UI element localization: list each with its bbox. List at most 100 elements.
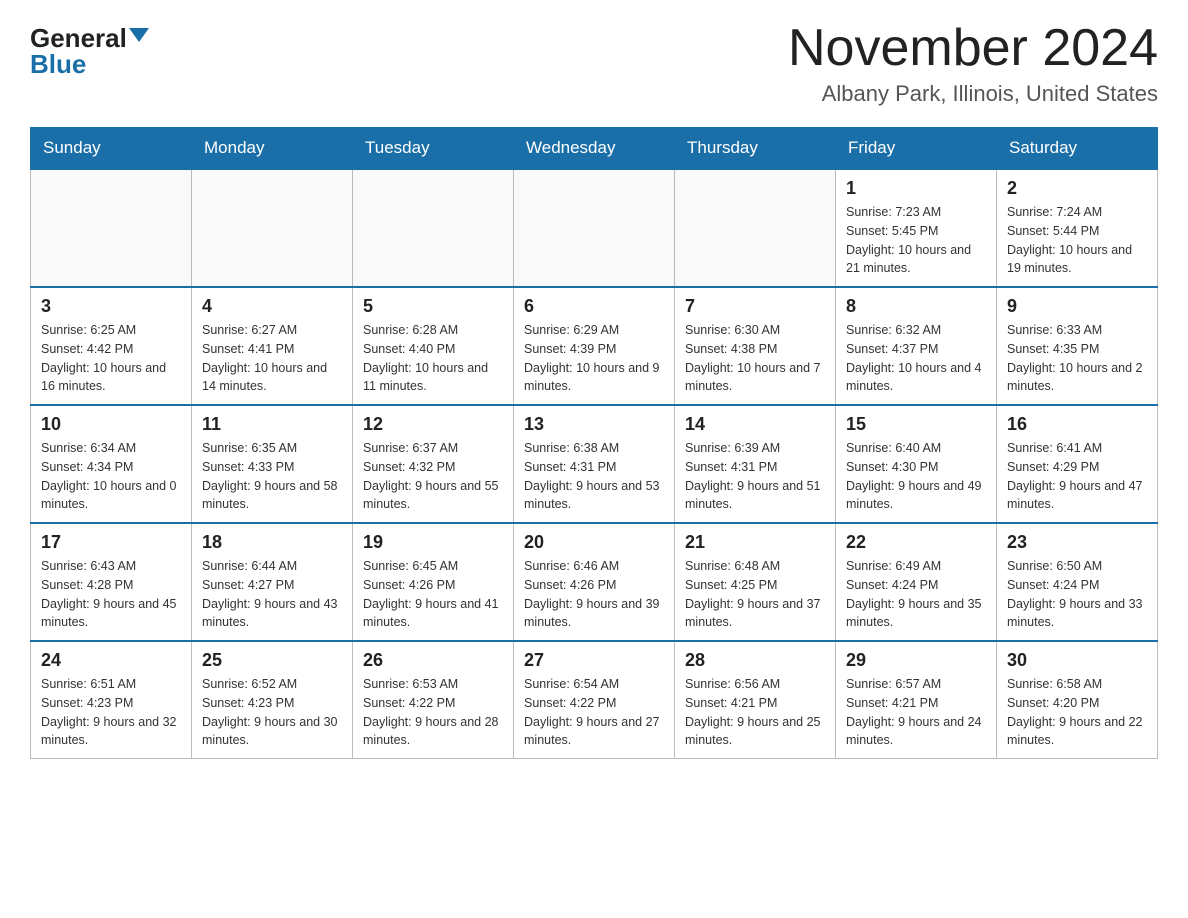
calendar-cell: 1 Sunrise: 7:23 AM Sunset: 5:45 PM Daylig… [836,169,997,287]
calendar-cell [353,169,514,287]
calendar-header-tuesday: Tuesday [353,128,514,170]
calendar-cell: 10 Sunrise: 6:34 AM Sunset: 4:34 PM Dayli… [31,405,192,523]
day-number: 14 [685,414,825,435]
week-row-4: 17Sunrise: 6:43 AM Sunset: 4:28 PM Dayli… [31,523,1158,641]
day-number: 6 [524,296,664,317]
calendar-cell: 30 Sunrise: 6:58 AM Sunset: 4:20 PM Dayli… [997,641,1158,759]
day-info: Sunrise: 6:40 AM Sunset: 4:30 PM Dayligh… [846,439,986,514]
calendar-cell: 24 Sunrise: 6:51 AM Sunset: 4:23 PM Dayli… [31,641,192,759]
day-info: Sunrise: 6:27 AM Sunset: 4:41 PM Dayligh… [202,321,342,396]
calendar-cell: 6 Sunrise: 6:29 AM Sunset: 4:39 PM Daylig… [514,287,675,405]
day-number: 30 [1007,650,1147,671]
month-title: November 2024 [788,20,1158,77]
day-info: Sunrise: 6:41 AM Sunset: 4:29 PM Dayligh… [1007,439,1147,514]
day-number: 19 [363,532,503,553]
day-info: Sunrise: 6:34 AM Sunset: 4:34 PM Dayligh… [41,439,181,514]
calendar-table: SundayMondayTuesdayWednesdayThursdayFrid… [30,127,1158,759]
day-info: Sunrise: 6:48 AM Sunset: 4:25 PM Dayligh… [685,557,825,632]
calendar-cell: 25 Sunrise: 6:52 AM Sunset: 4:23 PM Dayli… [192,641,353,759]
day-number: 22 [846,532,986,553]
calendar-header-friday: Friday [836,128,997,170]
calendar-cell: 26 Sunrise: 6:53 AM Sunset: 4:22 PM Dayli… [353,641,514,759]
day-number: 5 [363,296,503,317]
calendar-cell: 15Sunrise: 6:40 AM Sunset: 4:30 PM Dayli… [836,405,997,523]
day-info: Sunrise: 6:53 AM Sunset: 4:22 PM Dayligh… [363,675,503,750]
calendar-cell: 2Sunrise: 7:24 AM Sunset: 5:44 PM Daylig… [997,169,1158,287]
day-number: 12 [363,414,503,435]
day-number: 11 [202,414,342,435]
day-number: 29 [846,650,986,671]
day-info: Sunrise: 6:38 AM Sunset: 4:31 PM Dayligh… [524,439,664,514]
day-number: 24 [41,650,181,671]
location-title: Albany Park, Illinois, United States [788,81,1158,107]
day-number: 20 [524,532,664,553]
day-info: Sunrise: 6:52 AM Sunset: 4:23 PM Dayligh… [202,675,342,750]
day-info: Sunrise: 6:54 AM Sunset: 4:22 PM Dayligh… [524,675,664,750]
logo: General Blue [30,20,149,78]
day-number: 3 [41,296,181,317]
calendar-cell: 21 Sunrise: 6:48 AM Sunset: 4:25 PM Dayli… [675,523,836,641]
calendar-header-wednesday: Wednesday [514,128,675,170]
day-info: Sunrise: 7:23 AM Sunset: 5:45 PM Dayligh… [846,203,986,278]
day-info: Sunrise: 6:29 AM Sunset: 4:39 PM Dayligh… [524,321,664,396]
day-info: Sunrise: 6:50 AM Sunset: 4:24 PM Dayligh… [1007,557,1147,632]
day-info: Sunrise: 6:28 AM Sunset: 4:40 PM Dayligh… [363,321,503,396]
day-number: 9 [1007,296,1147,317]
day-info: Sunrise: 6:46 AM Sunset: 4:26 PM Dayligh… [524,557,664,632]
page-header: General Blue November 2024 Albany Park, … [30,20,1158,107]
day-number: 16 [1007,414,1147,435]
calendar-header-row: SundayMondayTuesdayWednesdayThursdayFrid… [31,128,1158,170]
week-row-2: 3 Sunrise: 6:25 AM Sunset: 4:42 PM Daylig… [31,287,1158,405]
day-number: 27 [524,650,664,671]
day-number: 8 [846,296,986,317]
title-section: November 2024 Albany Park, Illinois, Uni… [788,20,1158,107]
day-info: Sunrise: 6:25 AM Sunset: 4:42 PM Dayligh… [41,321,181,396]
day-info: Sunrise: 6:45 AM Sunset: 4:26 PM Dayligh… [363,557,503,632]
logo-general: General [30,25,127,51]
calendar-cell: 13 Sunrise: 6:38 AM Sunset: 4:31 PM Dayli… [514,405,675,523]
day-number: 7 [685,296,825,317]
calendar-cell: 14 Sunrise: 6:39 AM Sunset: 4:31 PM Dayli… [675,405,836,523]
day-info: Sunrise: 6:57 AM Sunset: 4:21 PM Dayligh… [846,675,986,750]
day-info: Sunrise: 6:39 AM Sunset: 4:31 PM Dayligh… [685,439,825,514]
day-info: Sunrise: 6:35 AM Sunset: 4:33 PM Dayligh… [202,439,342,514]
day-info: Sunrise: 6:43 AM Sunset: 4:28 PM Dayligh… [41,557,181,632]
calendar-cell [514,169,675,287]
day-number: 26 [363,650,503,671]
day-number: 25 [202,650,342,671]
calendar-cell [31,169,192,287]
day-number: 18 [202,532,342,553]
day-number: 28 [685,650,825,671]
calendar-cell [675,169,836,287]
day-info: Sunrise: 6:51 AM Sunset: 4:23 PM Dayligh… [41,675,181,750]
day-info: Sunrise: 6:33 AM Sunset: 4:35 PM Dayligh… [1007,321,1147,396]
calendar-cell: 4Sunrise: 6:27 AM Sunset: 4:41 PM Daylig… [192,287,353,405]
calendar-cell: 27 Sunrise: 6:54 AM Sunset: 4:22 PM Dayli… [514,641,675,759]
day-number: 1 [846,178,986,199]
calendar-cell: 29 Sunrise: 6:57 AM Sunset: 4:21 PM Dayli… [836,641,997,759]
calendar-cell: 19 Sunrise: 6:45 AM Sunset: 4:26 PM Dayli… [353,523,514,641]
day-info: Sunrise: 6:44 AM Sunset: 4:27 PM Dayligh… [202,557,342,632]
calendar-cell: 22 Sunrise: 6:49 AM Sunset: 4:24 PM Dayli… [836,523,997,641]
logo-triangle-icon [129,28,149,42]
logo-blue: Blue [30,49,86,79]
calendar-cell: 28 Sunrise: 6:56 AM Sunset: 4:21 PM Dayli… [675,641,836,759]
day-info: Sunrise: 7:24 AM Sunset: 5:44 PM Dayligh… [1007,203,1147,278]
calendar-cell: 3 Sunrise: 6:25 AM Sunset: 4:42 PM Daylig… [31,287,192,405]
day-number: 13 [524,414,664,435]
day-info: Sunrise: 6:58 AM Sunset: 4:20 PM Dayligh… [1007,675,1147,750]
day-info: Sunrise: 6:49 AM Sunset: 4:24 PM Dayligh… [846,557,986,632]
calendar-header-saturday: Saturday [997,128,1158,170]
calendar-header-thursday: Thursday [675,128,836,170]
day-number: 10 [41,414,181,435]
calendar-cell: 8Sunrise: 6:32 AM Sunset: 4:37 PM Daylig… [836,287,997,405]
day-number: 21 [685,532,825,553]
day-info: Sunrise: 6:30 AM Sunset: 4:38 PM Dayligh… [685,321,825,396]
day-info: Sunrise: 6:37 AM Sunset: 4:32 PM Dayligh… [363,439,503,514]
calendar-cell: 16 Sunrise: 6:41 AM Sunset: 4:29 PM Dayli… [997,405,1158,523]
calendar-cell: 18 Sunrise: 6:44 AM Sunset: 4:27 PM Dayli… [192,523,353,641]
calendar-cell: 20 Sunrise: 6:46 AM Sunset: 4:26 PM Dayli… [514,523,675,641]
week-row-5: 24 Sunrise: 6:51 AM Sunset: 4:23 PM Dayli… [31,641,1158,759]
calendar-cell: 5 Sunrise: 6:28 AM Sunset: 4:40 PM Daylig… [353,287,514,405]
day-info: Sunrise: 6:56 AM Sunset: 4:21 PM Dayligh… [685,675,825,750]
